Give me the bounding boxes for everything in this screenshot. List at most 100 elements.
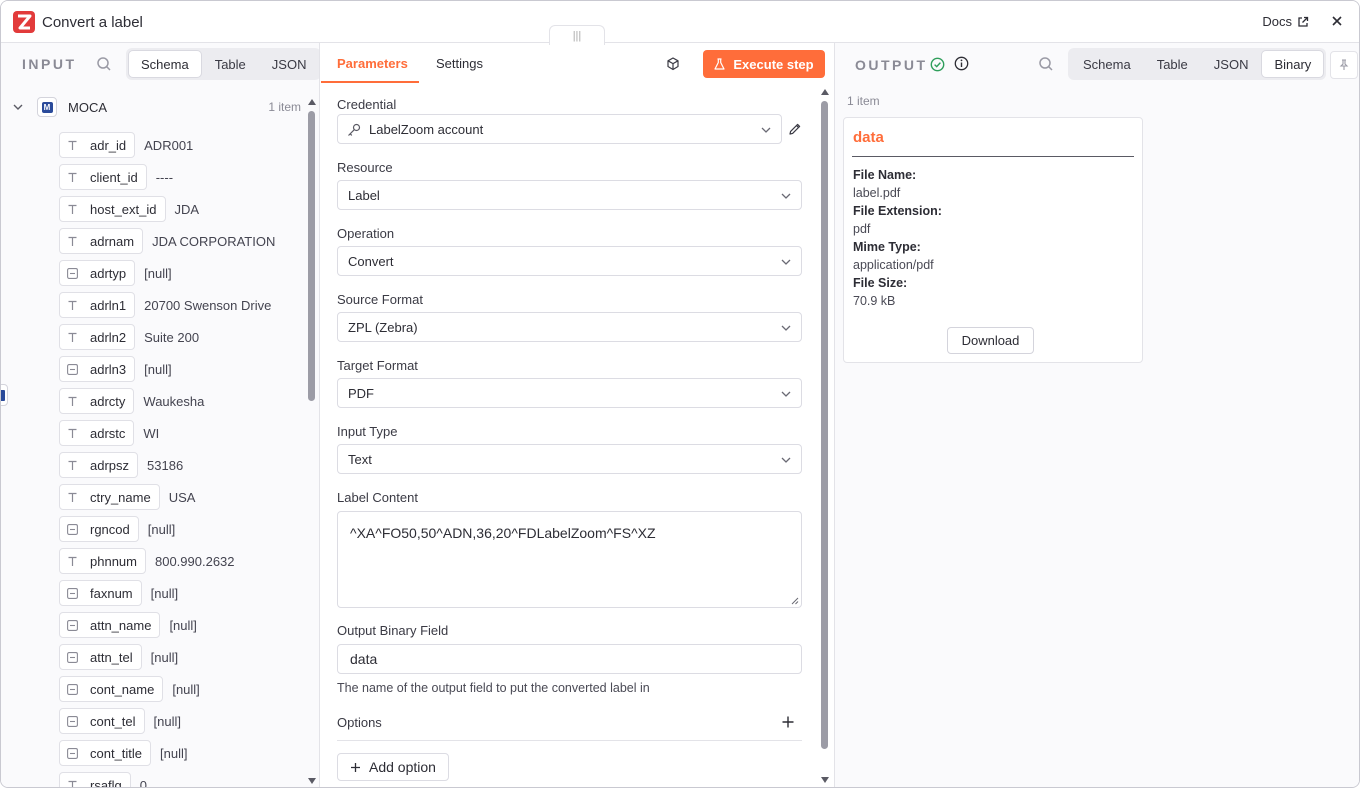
field-name-pill[interactable]: adrln1 bbox=[59, 292, 136, 318]
string-type-icon bbox=[66, 203, 78, 215]
add-option-label: Add option bbox=[369, 759, 436, 775]
schema-field-row[interactable]: client_id ---- bbox=[59, 161, 304, 193]
params-scrollbar-thumb[interactable] bbox=[821, 101, 828, 749]
file-size-value: 70.9 kB bbox=[853, 294, 896, 308]
field-name: adrstc bbox=[90, 425, 126, 441]
field-name-pill[interactable]: cont_title bbox=[59, 740, 152, 766]
schema-field-row[interactable]: adrln2 Suite 200 bbox=[59, 321, 304, 353]
execute-step-label: Execute step bbox=[733, 56, 814, 72]
execute-step-button[interactable]: Execute step bbox=[703, 50, 825, 78]
operation-select[interactable]: Convert bbox=[337, 246, 802, 276]
input-tab-json[interactable]: JSON bbox=[260, 51, 319, 77]
schema-field-row[interactable]: rsaflg 0 bbox=[59, 769, 304, 787]
field-value: 53186 bbox=[147, 457, 184, 473]
search-icon[interactable] bbox=[1038, 56, 1054, 72]
schema-field-row[interactable]: cont_name [null] bbox=[59, 673, 304, 705]
input-scrollbar-thumb[interactable] bbox=[308, 111, 315, 401]
file-extension-key: File Extension: bbox=[853, 204, 942, 218]
params-scrollbar[interactable] bbox=[820, 87, 829, 787]
schema-field-row[interactable]: faxnum [null] bbox=[59, 577, 304, 609]
schema-field-row[interactable]: ctry_name USA bbox=[59, 481, 304, 513]
schema-field-row[interactable]: adr_id ADR001 bbox=[59, 129, 304, 161]
tab-parameters[interactable]: Parameters bbox=[337, 56, 408, 71]
schema-field-row[interactable]: cont_tel [null] bbox=[59, 705, 304, 737]
target-format-select[interactable]: PDF bbox=[337, 378, 802, 408]
field-name-pill[interactable]: faxnum bbox=[59, 580, 142, 606]
moca-node-icon: M bbox=[37, 97, 57, 117]
field-value: ADR001 bbox=[144, 137, 194, 153]
download-button[interactable]: Download bbox=[947, 327, 1034, 354]
schema-field-row[interactable]: host_ext_id JDA bbox=[59, 193, 304, 225]
field-name-pill[interactable]: host_ext_id bbox=[59, 196, 166, 222]
field-name: cont_tel bbox=[90, 713, 136, 729]
chevron-down-icon[interactable] bbox=[11, 100, 25, 114]
field-value: WI bbox=[143, 425, 160, 441]
schema-field-row[interactable]: attn_tel [null] bbox=[59, 641, 304, 673]
field-name-pill[interactable]: client_id bbox=[59, 164, 147, 190]
schema-field-row[interactable]: adrpsz 53186 bbox=[59, 449, 304, 481]
external-link-icon bbox=[1298, 16, 1309, 27]
string-type-icon bbox=[66, 491, 78, 503]
resource-select[interactable]: Label bbox=[337, 180, 802, 210]
field-name-pill[interactable]: adrln3 bbox=[59, 356, 136, 382]
panel-drag-handle[interactable]: ||| bbox=[549, 25, 605, 45]
field-name-pill[interactable]: cont_name bbox=[59, 676, 164, 702]
source-format-select[interactable]: ZPL (Zebra) bbox=[337, 312, 802, 342]
input-type-select[interactable]: Text bbox=[337, 444, 802, 474]
schema-field-row[interactable]: adrstc WI bbox=[59, 417, 304, 449]
output-tab-json[interactable]: JSON bbox=[1202, 51, 1261, 77]
field-name-pill[interactable]: phnnum bbox=[59, 548, 146, 574]
resource-label: Resource bbox=[337, 160, 393, 175]
plus-icon[interactable] bbox=[781, 715, 795, 729]
resize-grip-icon[interactable] bbox=[791, 597, 799, 605]
docs-link[interactable]: Docs bbox=[1262, 14, 1309, 29]
operation-value: Convert bbox=[348, 253, 394, 269]
field-name-pill[interactable]: adrstc bbox=[59, 420, 135, 446]
field-name-pill[interactable]: ctry_name bbox=[59, 484, 160, 510]
field-name-pill[interactable]: attn_name bbox=[59, 612, 161, 638]
null-type-icon bbox=[66, 363, 78, 375]
field-name-pill[interactable]: adrcty bbox=[59, 388, 135, 414]
schema-field-row[interactable]: attn_name [null] bbox=[59, 609, 304, 641]
input-panel-label: INPUT bbox=[22, 56, 77, 72]
schema-field-row[interactable]: adrcty Waukesha bbox=[59, 385, 304, 417]
schema-field-row[interactable]: adrln3 [null] bbox=[59, 353, 304, 385]
credential-select[interactable]: LabelZoom account bbox=[337, 114, 782, 144]
output-tab-table[interactable]: Table bbox=[1145, 51, 1200, 77]
field-name-pill[interactable]: adrpsz bbox=[59, 452, 139, 478]
field-name-pill[interactable]: adrln2 bbox=[59, 324, 136, 350]
input-tab-schema[interactable]: Schema bbox=[129, 51, 201, 77]
schema-field-row[interactable]: adrtyp [null] bbox=[59, 257, 304, 289]
schema-field-row[interactable]: adrnam JDA CORPORATION bbox=[59, 225, 304, 257]
input-tab-table[interactable]: Table bbox=[203, 51, 258, 77]
tree-root-moca[interactable]: M MOCA 1 item bbox=[11, 96, 301, 118]
output-binary-field-input[interactable]: data bbox=[337, 644, 802, 674]
schema-field-row[interactable]: rgncod [null] bbox=[59, 513, 304, 545]
output-tab-binary[interactable]: Binary bbox=[1262, 51, 1324, 77]
field-name-pill[interactable]: rsaflg bbox=[59, 772, 131, 787]
search-icon[interactable] bbox=[96, 56, 112, 72]
schema-field-row[interactable]: cont_title [null] bbox=[59, 737, 304, 769]
field-name-pill[interactable]: attn_tel bbox=[59, 644, 142, 670]
cube-icon[interactable] bbox=[665, 56, 681, 72]
input-scrollbar[interactable] bbox=[307, 95, 316, 787]
pin-button[interactable] bbox=[1330, 51, 1358, 79]
input-node-handle[interactable] bbox=[1, 384, 8, 406]
credential-value: LabelZoom account bbox=[369, 121, 484, 137]
info-icon[interactable] bbox=[954, 56, 969, 71]
null-type-icon bbox=[66, 747, 78, 759]
add-option-button[interactable]: Add option bbox=[337, 753, 449, 781]
tab-settings[interactable]: Settings bbox=[436, 56, 483, 71]
label-content-textarea[interactable]: ^XA^FO50,50^ADN,36,20^FDLabelZoom^FS^XZ bbox=[337, 511, 802, 608]
field-name-pill[interactable]: adrtyp bbox=[59, 260, 136, 286]
close-icon[interactable] bbox=[1328, 12, 1346, 30]
pencil-icon[interactable] bbox=[788, 122, 802, 136]
schema-field-row[interactable]: adrln1 20700 Swenson Drive bbox=[59, 289, 304, 321]
field-name-pill[interactable]: adrnam bbox=[59, 228, 144, 254]
null-type-icon bbox=[66, 715, 78, 727]
field-name-pill[interactable]: adr_id bbox=[59, 132, 136, 158]
field-name-pill[interactable]: rgncod bbox=[59, 516, 139, 542]
field-name-pill[interactable]: cont_tel bbox=[59, 708, 145, 734]
output-tab-schema[interactable]: Schema bbox=[1071, 51, 1143, 77]
schema-field-row[interactable]: phnnum 800.990.2632 bbox=[59, 545, 304, 577]
